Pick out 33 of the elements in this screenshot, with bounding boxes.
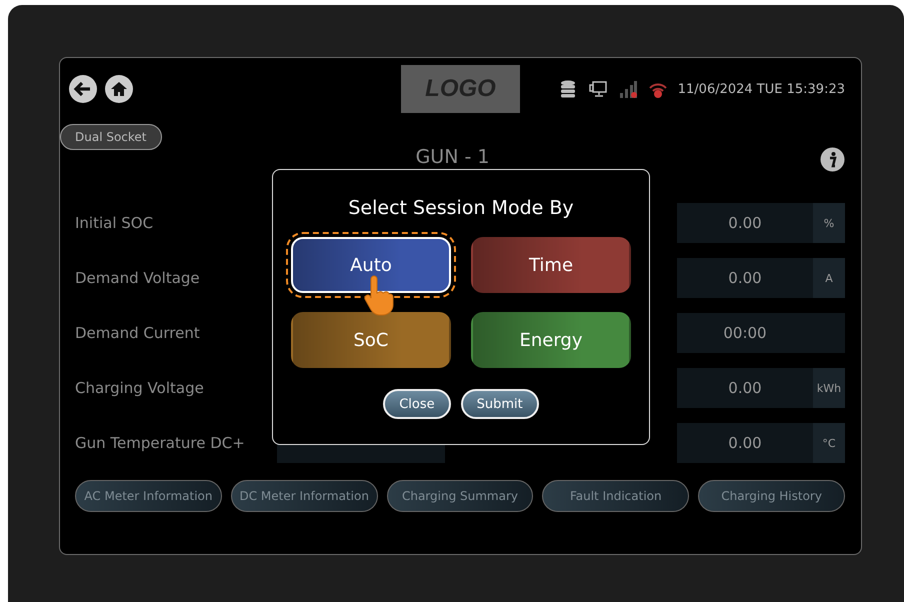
mode-button[interactable]: Time (471, 237, 631, 293)
date-time: 11/06/2024 TUE 15:39:23 (678, 82, 845, 96)
dialog-button[interactable]: Close (383, 389, 451, 419)
field-label: Demand Voltage (74, 269, 201, 287)
field-label: Gun Temperature DC+ (74, 434, 246, 452)
field-label: Initial SOC (74, 214, 154, 232)
dialog-button[interactable]: Submit (460, 389, 539, 419)
logo: LOGO (401, 65, 520, 113)
unit-label: °C (813, 423, 845, 463)
dual-socket-button[interactable]: Dual Socket (60, 124, 162, 150)
signal-bars-icon (618, 79, 638, 99)
nav-button[interactable]: AC Meter Information (75, 480, 222, 512)
nav-button[interactable]: Fault Indication (542, 480, 690, 512)
field-label: Charging Voltage (74, 379, 205, 397)
info-icon[interactable] (820, 147, 845, 172)
field-value: 0.00 (727, 378, 763, 399)
nav-button[interactable]: Charging Summary (386, 480, 534, 512)
gun-title: GUN - 1 (414, 146, 490, 168)
unit-label: A (813, 258, 845, 298)
nav-button[interactable]: DC Meter Information (230, 480, 378, 512)
nav-button[interactable]: Charging History (698, 480, 845, 512)
monitor-icon (588, 79, 608, 99)
dialog-title: Select Session Mode By (348, 197, 574, 219)
field-label: Demand Current (74, 324, 201, 342)
unit-label: kWh (813, 368, 845, 408)
field-value: 0.00 (727, 433, 763, 454)
mode-button[interactable]: Energy (471, 312, 631, 368)
unit-label: % (813, 203, 845, 243)
field-value: 0.00 (727, 268, 763, 289)
field-value: 00:00 (722, 323, 768, 344)
field-value: 0.00 (727, 213, 763, 234)
mode-button[interactable]: SoC (291, 312, 451, 368)
home-icon[interactable] (104, 74, 134, 104)
